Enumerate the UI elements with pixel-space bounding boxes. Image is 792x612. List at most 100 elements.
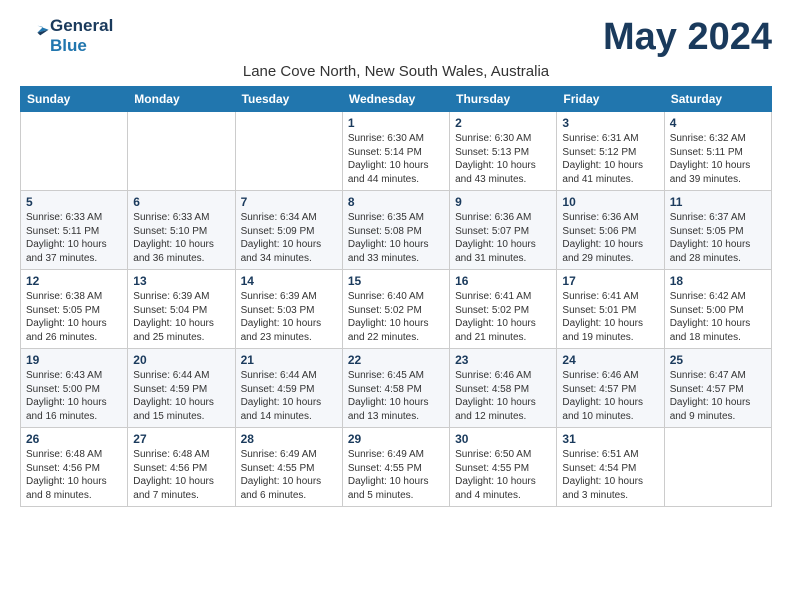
calendar-header-row: SundayMondayTuesdayWednesdayThursdayFrid… — [21, 87, 772, 112]
calendar-cell — [21, 112, 128, 191]
calendar-cell: 18 Sunrise: 6:42 AM Sunset: 5:00 PM Dayli… — [664, 270, 771, 349]
calendar-cell: 11Sunrise: 6:37 AM Sunset: 5:05 PM Dayli… — [664, 191, 771, 270]
calendar-cell: 23 Sunrise: 6:46 AM Sunset: 4:58 PM Dayli… — [450, 349, 557, 428]
day-info: Sunrise: 6:39 AM Sunset: 5:04 PM Dayligh… — [133, 290, 229, 344]
day-info: Sunrise: 6:31 AM Sunset: 5:12 PM Dayligh… — [562, 132, 658, 186]
day-info: Sunrise: 6:43 AM Sunset: 5:00 PM Dayligh… — [26, 369, 122, 423]
calendar-cell: 28 Sunrise: 6:49 AM Sunset: 4:55 PM Dayli… — [235, 428, 342, 507]
calendar-cell: 7 Sunrise: 6:34 AM Sunset: 5:09 PM Daylig… — [235, 191, 342, 270]
calendar-header-tuesday: Tuesday — [235, 87, 342, 112]
calendar-cell: 19 Sunrise: 6:43 AM Sunset: 5:00 PM Dayli… — [21, 349, 128, 428]
calendar-table: SundayMondayTuesdayWednesdayThursdayFrid… — [20, 86, 772, 507]
day-number: 26 — [26, 432, 122, 446]
calendar-cell: 20Sunrise: 6:44 AM Sunset: 4:59 PM Dayli… — [128, 349, 235, 428]
logo-blue: Blue — [50, 36, 113, 56]
day-info: Sunrise: 6:37 AM Sunset: 5:05 PM Dayligh… — [670, 211, 766, 265]
calendar-header-monday: Monday — [128, 87, 235, 112]
day-number: 21 — [241, 353, 337, 367]
calendar-cell: 26 Sunrise: 6:48 AM Sunset: 4:56 PM Dayli… — [21, 428, 128, 507]
day-info: Sunrise: 6:33 AM Sunset: 5:11 PM Dayligh… — [26, 211, 122, 265]
day-number: 10 — [562, 195, 658, 209]
day-number: 20 — [133, 353, 229, 367]
day-info: Sunrise: 6:46 AM Sunset: 4:58 PM Dayligh… — [455, 369, 551, 423]
day-info: Sunrise: 6:49 AM Sunset: 4:55 PM Dayligh… — [348, 448, 444, 502]
day-number: 13 — [133, 274, 229, 288]
calendar-cell: 9 Sunrise: 6:36 AM Sunset: 5:07 PM Daylig… — [450, 191, 557, 270]
day-number: 29 — [348, 432, 444, 446]
calendar-header-wednesday: Wednesday — [342, 87, 449, 112]
logo: General Blue — [20, 16, 113, 57]
calendar-header-friday: Friday — [557, 87, 664, 112]
day-number: 1 — [348, 116, 444, 130]
day-info: Sunrise: 6:33 AM Sunset: 5:10 PM Dayligh… — [133, 211, 229, 265]
day-number: 19 — [26, 353, 122, 367]
calendar-cell: 31 Sunrise: 6:51 AM Sunset: 4:54 PM Dayli… — [557, 428, 664, 507]
day-info: Sunrise: 6:51 AM Sunset: 4:54 PM Dayligh… — [562, 448, 658, 502]
logo-bird-icon — [22, 20, 50, 48]
day-number: 5 — [26, 195, 122, 209]
calendar-cell: 8 Sunrise: 6:35 AM Sunset: 5:08 PM Daylig… — [342, 191, 449, 270]
day-number: 9 — [455, 195, 551, 209]
day-info: Sunrise: 6:50 AM Sunset: 4:55 PM Dayligh… — [455, 448, 551, 502]
day-info: Sunrise: 6:47 AM Sunset: 4:57 PM Dayligh… — [670, 369, 766, 423]
day-info: Sunrise: 6:38 AM Sunset: 5:05 PM Dayligh… — [26, 290, 122, 344]
logo-general: General — [50, 16, 113, 36]
calendar-cell: 29 Sunrise: 6:49 AM Sunset: 4:55 PM Dayli… — [342, 428, 449, 507]
day-number: 18 — [670, 274, 766, 288]
calendar-cell: 4 Sunrise: 6:32 AM Sunset: 5:11 PM Daylig… — [664, 112, 771, 191]
day-number: 24 — [562, 353, 658, 367]
calendar-cell: 21 Sunrise: 6:44 AM Sunset: 4:59 PM Dayli… — [235, 349, 342, 428]
day-info: Sunrise: 6:41 AM Sunset: 5:01 PM Dayligh… — [562, 290, 658, 344]
day-info: Sunrise: 6:35 AM Sunset: 5:08 PM Dayligh… — [348, 211, 444, 265]
calendar-cell: 2 Sunrise: 6:30 AM Sunset: 5:13 PM Daylig… — [450, 112, 557, 191]
day-number: 2 — [455, 116, 551, 130]
day-number: 27 — [133, 432, 229, 446]
day-number: 25 — [670, 353, 766, 367]
day-number: 16 — [455, 274, 551, 288]
day-info: Sunrise: 6:41 AM Sunset: 5:02 PM Dayligh… — [455, 290, 551, 344]
calendar-row: 12Sunrise: 6:38 AM Sunset: 5:05 PM Dayli… — [21, 270, 772, 349]
day-info: Sunrise: 6:48 AM Sunset: 4:56 PM Dayligh… — [133, 448, 229, 502]
calendar-header-sunday: Sunday — [21, 87, 128, 112]
day-info: Sunrise: 6:34 AM Sunset: 5:09 PM Dayligh… — [241, 211, 337, 265]
calendar-cell: 12Sunrise: 6:38 AM Sunset: 5:05 PM Dayli… — [21, 270, 128, 349]
day-info: Sunrise: 6:46 AM Sunset: 4:57 PM Dayligh… — [562, 369, 658, 423]
day-number: 28 — [241, 432, 337, 446]
day-info: Sunrise: 6:49 AM Sunset: 4:55 PM Dayligh… — [241, 448, 337, 502]
calendar-cell — [664, 428, 771, 507]
calendar-cell: 15 Sunrise: 6:40 AM Sunset: 5:02 PM Dayli… — [342, 270, 449, 349]
day-info: Sunrise: 6:36 AM Sunset: 5:06 PM Dayligh… — [562, 211, 658, 265]
day-number: 4 — [670, 116, 766, 130]
calendar-cell: 13 Sunrise: 6:39 AM Sunset: 5:04 PM Dayli… — [128, 270, 235, 349]
calendar-row: 26 Sunrise: 6:48 AM Sunset: 4:56 PM Dayli… — [21, 428, 772, 507]
day-number: 22 — [348, 353, 444, 367]
calendar-cell — [235, 112, 342, 191]
day-number: 7 — [241, 195, 337, 209]
day-number: 15 — [348, 274, 444, 288]
calendar-header-thursday: Thursday — [450, 87, 557, 112]
day-number: 17 — [562, 274, 658, 288]
day-info: Sunrise: 6:32 AM Sunset: 5:11 PM Dayligh… — [670, 132, 766, 186]
calendar-body: 1Sunrise: 6:30 AM Sunset: 5:14 PM Daylig… — [21, 112, 772, 507]
day-info: Sunrise: 6:36 AM Sunset: 5:07 PM Dayligh… — [455, 211, 551, 265]
day-number: 6 — [133, 195, 229, 209]
day-info: Sunrise: 6:39 AM Sunset: 5:03 PM Dayligh… — [241, 290, 337, 344]
calendar-header-saturday: Saturday — [664, 87, 771, 112]
calendar-cell: 6 Sunrise: 6:33 AM Sunset: 5:10 PM Daylig… — [128, 191, 235, 270]
day-number: 23 — [455, 353, 551, 367]
day-info: Sunrise: 6:48 AM Sunset: 4:56 PM Dayligh… — [26, 448, 122, 502]
calendar-cell — [128, 112, 235, 191]
calendar-cell: 25 Sunrise: 6:47 AM Sunset: 4:57 PM Dayli… — [664, 349, 771, 428]
day-info: Sunrise: 6:40 AM Sunset: 5:02 PM Dayligh… — [348, 290, 444, 344]
day-number: 8 — [348, 195, 444, 209]
calendar-cell: 17 Sunrise: 6:41 AM Sunset: 5:01 PM Dayli… — [557, 270, 664, 349]
calendar-cell: 14Sunrise: 6:39 AM Sunset: 5:03 PM Dayli… — [235, 270, 342, 349]
day-info: Sunrise: 6:30 AM Sunset: 5:13 PM Dayligh… — [455, 132, 551, 186]
day-info: Sunrise: 6:42 AM Sunset: 5:00 PM Dayligh… — [670, 290, 766, 344]
calendar-cell: 10 Sunrise: 6:36 AM Sunset: 5:06 PM Dayli… — [557, 191, 664, 270]
day-info: Sunrise: 6:45 AM Sunset: 4:58 PM Dayligh… — [348, 369, 444, 423]
day-info: Sunrise: 6:44 AM Sunset: 4:59 PM Dayligh… — [241, 369, 337, 423]
day-number: 3 — [562, 116, 658, 130]
calendar-cell: 5 Sunrise: 6:33 AM Sunset: 5:11 PM Daylig… — [21, 191, 128, 270]
day-number: 31 — [562, 432, 658, 446]
